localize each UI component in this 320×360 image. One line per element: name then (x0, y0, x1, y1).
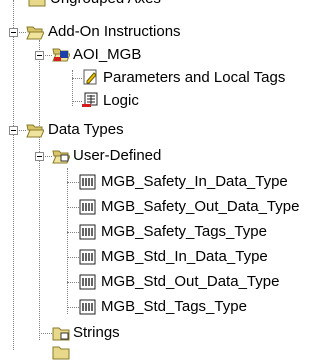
tree-item-data-type[interactable]: MGB_Safety_Out_Data_Type (0, 196, 318, 218)
tree-item-label: MGB_Safety_Tags_Type (101, 223, 267, 240)
tree-item-label: Parameters and Local Tags (103, 69, 286, 86)
tree-line (45, 156, 52, 158)
tree-line (39, 333, 52, 335)
data-type-icon (79, 224, 96, 240)
tree-item-ungrouped-axes[interactable]: Ungrouped Axes (0, 0, 318, 22)
folder-open-icon (26, 26, 44, 40)
collapse-toggle[interactable] (35, 152, 44, 161)
collapse-toggle[interactable] (9, 126, 18, 135)
folder-icon (52, 346, 70, 360)
data-type-icon (79, 274, 96, 290)
tree-item-parameters-and-local-tags[interactable]: Parameters and Local Tags (0, 67, 318, 89)
data-type-icon (79, 174, 96, 190)
tree-item-label: User-Defined (73, 147, 162, 164)
parameters-icon (83, 69, 97, 85)
tree-item-label: Data Types (48, 121, 124, 138)
tree-line (19, 130, 26, 132)
tree-line (72, 101, 82, 103)
tree-line (67, 207, 79, 209)
tree-line (72, 78, 82, 80)
data-type-icon (79, 199, 96, 215)
tree-item-data-type[interactable]: MGB_Std_In_Data_Type (0, 246, 318, 268)
tree-item-label: Add-On Instructions (48, 23, 181, 40)
tree-item-label: MGB_Safety_In_Data_Type (101, 173, 288, 190)
routine-icon (82, 92, 98, 107)
tree-item-label: MGB_Std_Tags_Type (101, 298, 247, 315)
tree-item-data-type[interactable]: MGB_Safety_In_Data_Type (0, 171, 318, 193)
folder-open-icon (52, 150, 70, 164)
tree-line (67, 282, 79, 284)
tree-item-aoi-mgb[interactable]: AOI_MGB (0, 44, 318, 66)
tree-line (45, 55, 52, 57)
tree-item-label: MGB_Safety_Out_Data_Type (101, 198, 300, 215)
tree-line (67, 307, 79, 309)
tree-item-add-on-instructions[interactable]: Add-On Instructions (0, 21, 318, 43)
data-type-icon (79, 299, 96, 315)
tree-item-data-type[interactable]: MGB_Std_Tags_Type (0, 296, 318, 318)
tree-item-strings[interactable]: Strings (0, 322, 318, 344)
tree-item-label: Ungrouped Axes (50, 0, 161, 9)
tree-item-label: Logic (103, 92, 139, 109)
collapse-toggle[interactable] (35, 51, 44, 60)
tree-item-label: MGB_Std_In_Data_Type (101, 248, 268, 265)
tree-item-user-defined[interactable]: User-Defined (0, 145, 318, 167)
tree-item-label: Strings (73, 324, 120, 341)
tree-line (19, 32, 26, 34)
folder-icon (28, 0, 46, 7)
tree-item-data-type[interactable]: MGB_Safety_Tags_Type (0, 221, 318, 243)
tree-line (67, 232, 79, 234)
tree-item-label: MGB_Std_Out_Data_Type (101, 273, 280, 290)
folder-icon (52, 327, 70, 341)
tree-item-data-type[interactable]: MGB_Std_Out_Data_Type (0, 271, 318, 293)
tree-line (67, 182, 79, 184)
tree-line (67, 257, 79, 259)
tree-item-label: AOI_MGB (73, 46, 142, 63)
tree-item-logic[interactable]: Logic (0, 90, 318, 112)
data-type-icon (79, 249, 96, 265)
add-on-instruction-icon (52, 48, 70, 62)
tree-item-data-types[interactable]: Data Types (0, 119, 318, 141)
collapse-toggle[interactable] (9, 28, 18, 37)
folder-open-icon (26, 124, 44, 138)
